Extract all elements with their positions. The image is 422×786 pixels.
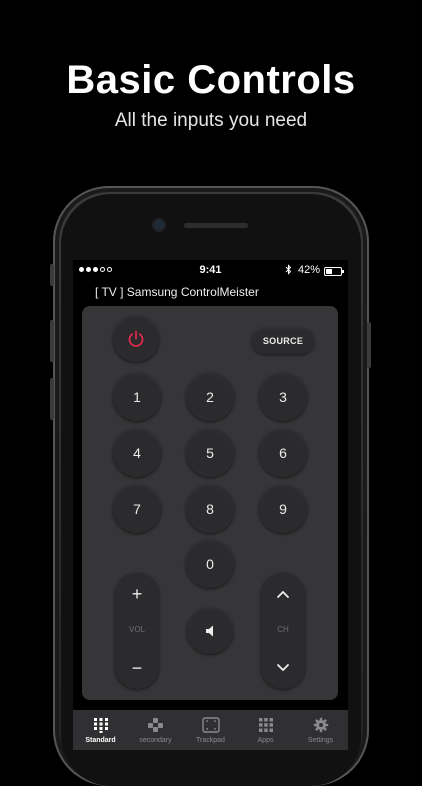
source-button[interactable]: SOURCE	[252, 328, 314, 354]
tab-label: Standard	[85, 737, 116, 744]
trackpad-icon	[201, 716, 220, 734]
volume-rocker: + VOL −	[115, 573, 159, 689]
key-4[interactable]: 4	[113, 429, 161, 477]
tab-label: Apps	[257, 737, 274, 744]
bluetooth-icon	[285, 264, 292, 278]
device-title: [ TV ] Samsung ControlMeister	[95, 285, 259, 299]
phone-power-button	[367, 322, 371, 368]
promo-headline: Basic Controls	[66, 58, 356, 102]
key-6[interactable]: 6	[259, 429, 307, 477]
tab-label: secondary	[139, 737, 172, 744]
promo-subline: All the inputs you need	[114, 110, 308, 131]
status-bar: 9:41 42%	[73, 264, 348, 278]
remote-panel: SOURCE 1 2 3 4 5 6 7 8 9 0 + VOL − CH	[82, 306, 338, 700]
channel-label: CH	[277, 625, 289, 634]
key-7[interactable]: 7	[113, 485, 161, 533]
battery-icon	[324, 267, 344, 276]
app-screen: 9:41 42% [ TV ] Samsung ControlMeister S…	[73, 260, 348, 750]
channel-up-button[interactable]	[261, 577, 305, 611]
volume-up-button[interactable]: +	[115, 577, 159, 611]
battery-percent: 42%	[297, 264, 320, 276]
power-button[interactable]	[113, 316, 159, 362]
gear-icon	[312, 716, 330, 734]
front-camera	[154, 220, 164, 230]
power-icon	[128, 330, 144, 347]
key-3[interactable]: 3	[259, 373, 307, 421]
speaker-icon	[206, 625, 213, 637]
tab-apps[interactable]: Apps	[238, 710, 293, 750]
tab-trackpad[interactable]: Trackpad	[183, 710, 238, 750]
chevron-up-icon	[277, 590, 289, 598]
mute-button[interactable]	[187, 608, 233, 654]
earpiece	[184, 223, 248, 228]
channel-rocker: CH	[261, 573, 305, 689]
phone-silent-switch	[50, 264, 54, 286]
chevron-down-icon	[277, 664, 289, 672]
key-5[interactable]: 5	[186, 429, 234, 477]
volume-down-button[interactable]: −	[115, 651, 159, 685]
key-2[interactable]: 2	[186, 373, 234, 421]
phone-volume-down	[50, 378, 54, 420]
key-0[interactable]: 0	[186, 540, 234, 588]
key-9[interactable]: 9	[259, 485, 307, 533]
tab-secondary[interactable]: secondary	[128, 710, 183, 750]
channel-down-button[interactable]	[261, 651, 305, 685]
tab-bar: Standard secondary Trackpad Apps Setting…	[73, 710, 348, 750]
keypad-icon	[92, 716, 110, 734]
volume-label: VOL	[128, 625, 145, 634]
tab-settings[interactable]: Settings	[293, 710, 348, 750]
tab-standard[interactable]: Standard	[73, 710, 128, 750]
tab-label: Settings	[307, 737, 334, 744]
phone-volume-up	[50, 320, 54, 362]
gamepad-icon	[147, 716, 165, 734]
key-1[interactable]: 1	[113, 373, 161, 421]
tab-label: Trackpad	[196, 737, 225, 744]
key-8[interactable]: 8	[186, 485, 234, 533]
apps-grid-icon	[257, 716, 275, 734]
